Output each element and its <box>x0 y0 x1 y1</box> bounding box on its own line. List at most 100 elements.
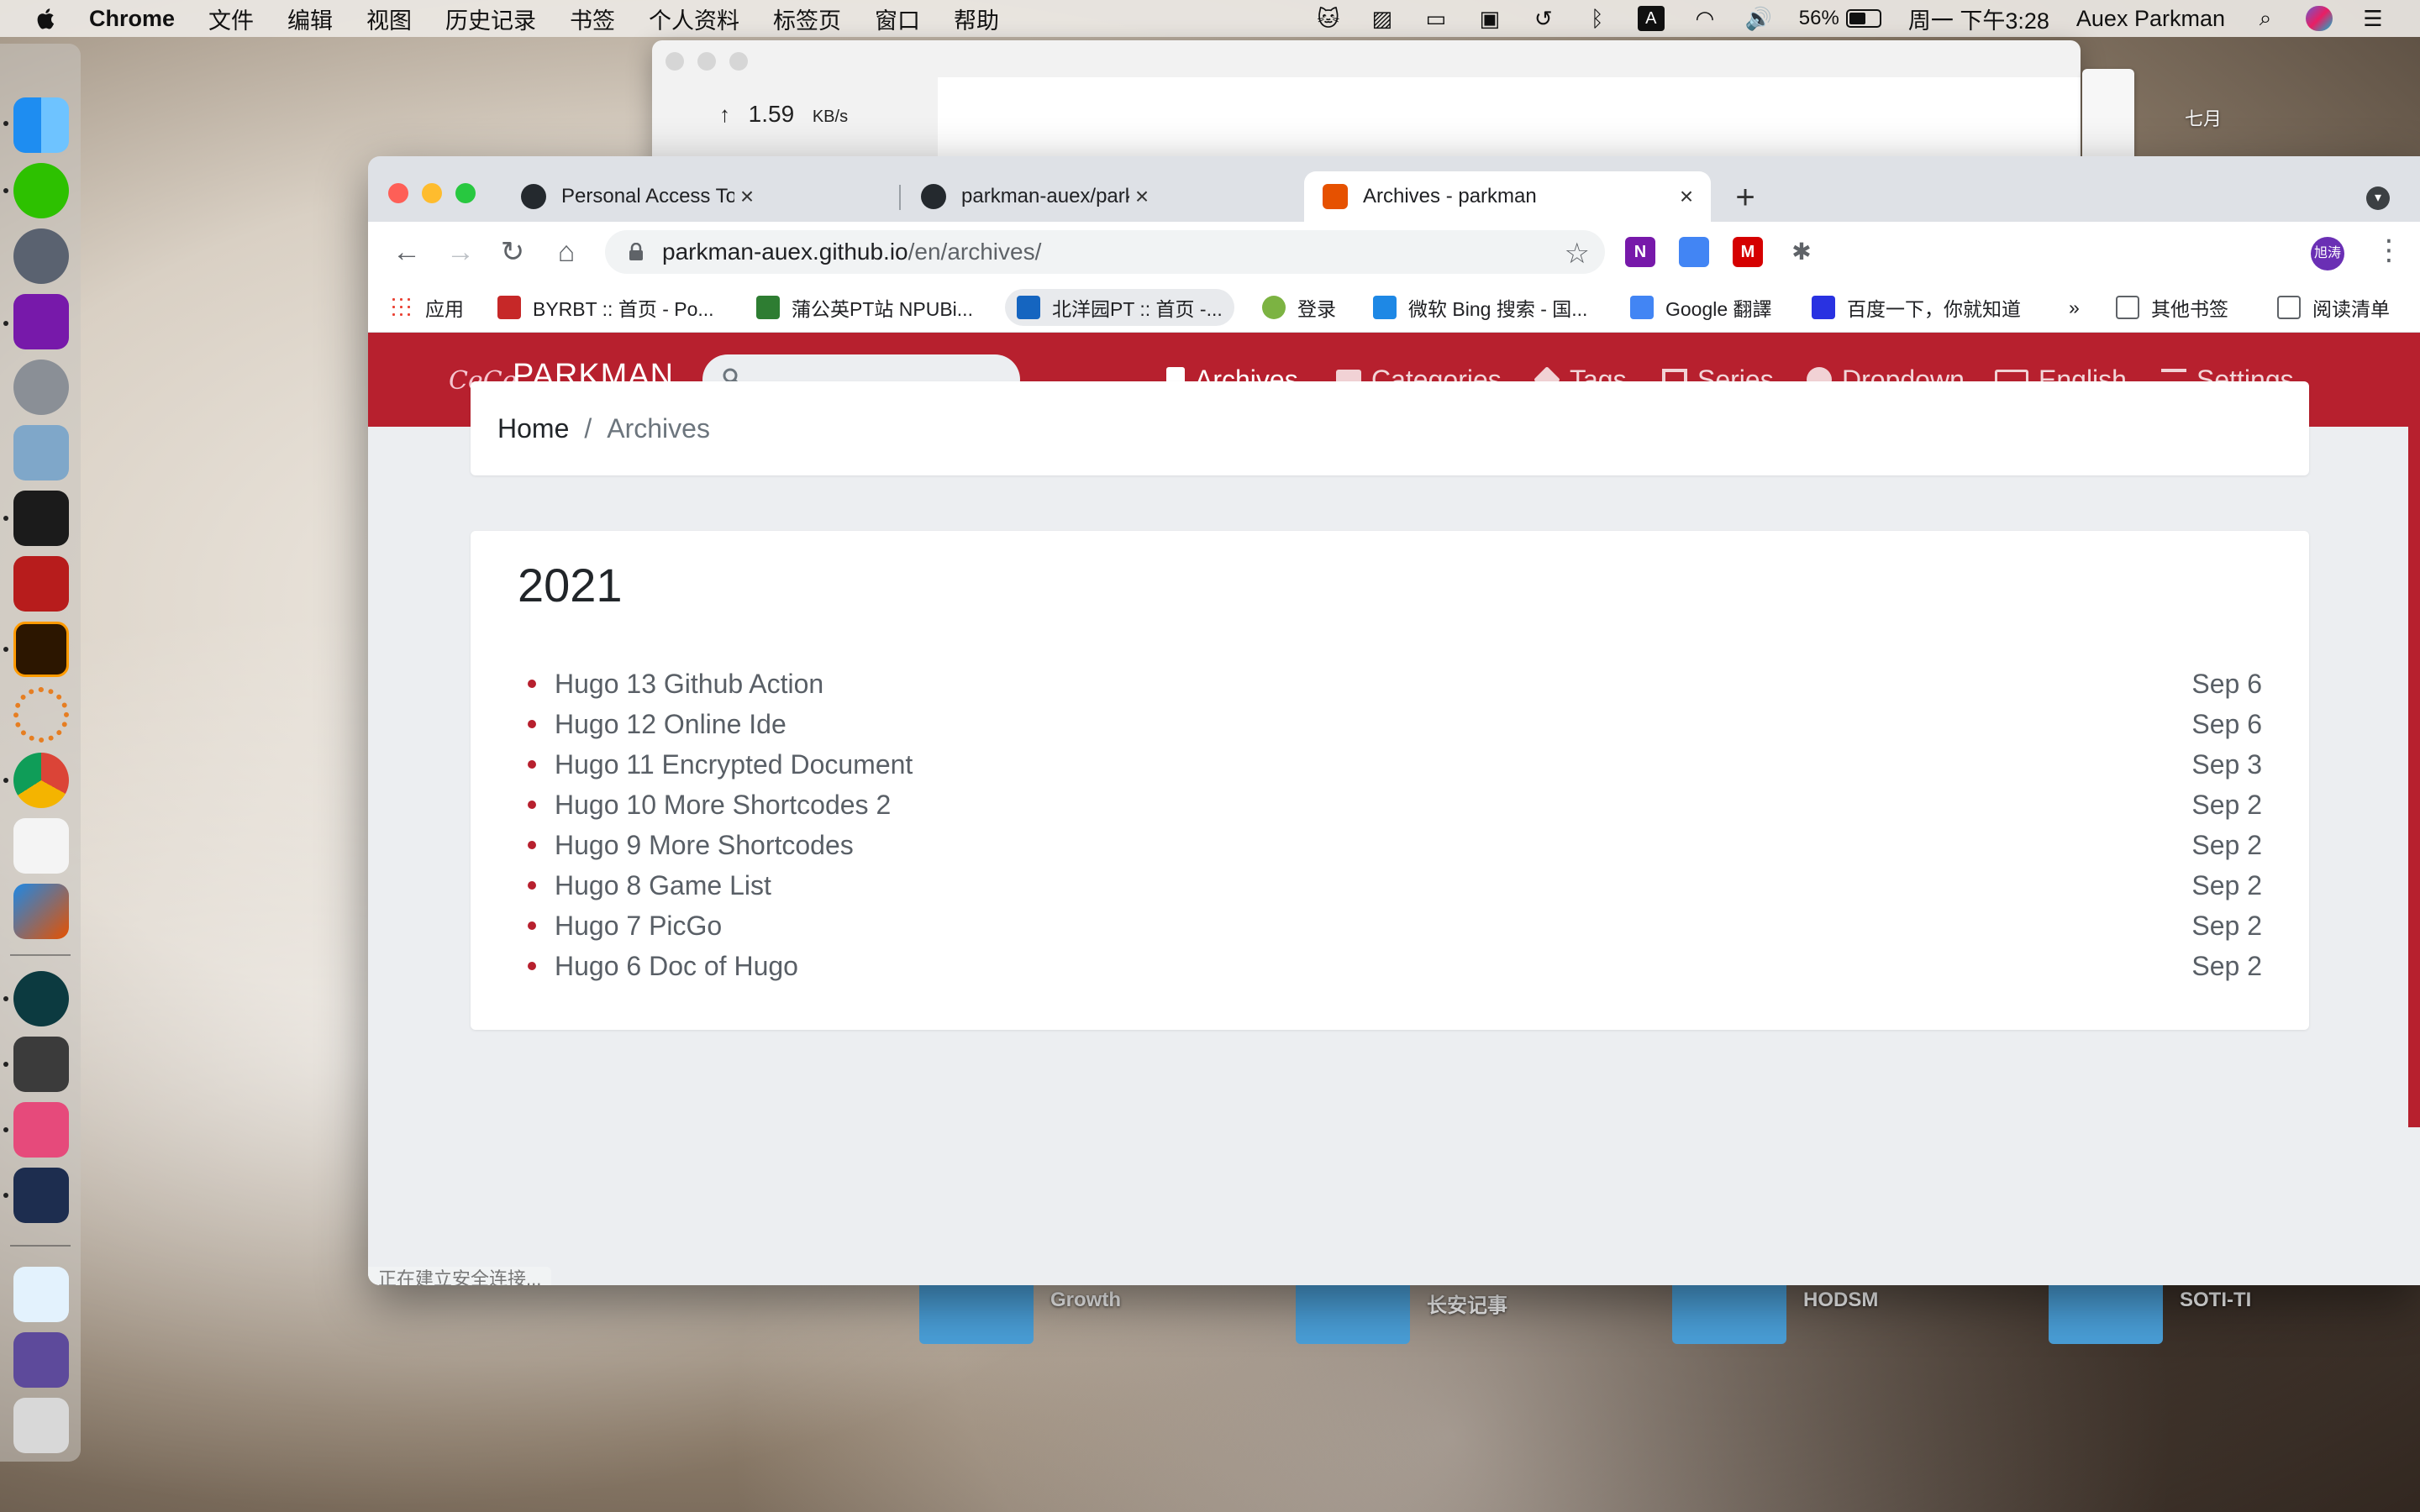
bookmark-npubits[interactable]: 蒲公英PT站 NPUBi... <box>756 289 973 326</box>
profile-avatar[interactable]: 旭涛 <box>2311 237 2344 270</box>
menu-app-name[interactable]: Chrome <box>89 6 175 32</box>
bookmark-byrbt[interactable]: BYRBT :: 首页 - Po... <box>497 289 714 326</box>
extensions-puzzle-icon[interactable]: ✱ <box>1786 237 1817 267</box>
tab-search-icon[interactable]: ▾ <box>2366 186 2390 210</box>
bookmark-bing[interactable]: 微软 Bing 搜索 - 国... <box>1373 289 1587 326</box>
menu-kebab-icon[interactable]: ⋮ <box>2375 234 2403 267</box>
apple-icon[interactable] <box>34 6 55 31</box>
volume-icon[interactable]: 🔊 <box>1745 6 1772 31</box>
post-title-link[interactable]: Hugo 10 More Shortcodes 2 <box>555 790 2191 821</box>
menu-bookmarks[interactable]: 书签 <box>570 3 615 35</box>
bookmark-star-icon[interactable]: ☆ <box>1565 237 1590 270</box>
system-preferences-icon[interactable] <box>13 360 69 415</box>
desktop-folder-label[interactable]: SOTI-TI <box>2180 1289 2251 1312</box>
bluetooth-icon[interactable]: ᛒ <box>1584 6 1611 31</box>
user-name[interactable]: Auex Parkman <box>2076 6 2225 32</box>
close-icon[interactable]: × <box>1674 183 1699 210</box>
terminal-icon[interactable] <box>13 491 69 546</box>
desktop-folder-label[interactable]: Growth <box>1050 1289 1121 1312</box>
pinwheel-app-icon[interactable] <box>13 687 69 743</box>
preview-icon[interactable] <box>13 425 69 480</box>
bookmark-tjupt[interactable]: 北洋园PT :: 首页 -... <box>1005 289 1234 326</box>
launchpad-icon[interactable] <box>13 228 69 284</box>
screenshot-icon[interactable]: ▨ <box>1369 6 1396 31</box>
close-icon[interactable]: × <box>734 183 760 210</box>
home-icon[interactable]: ⌂ <box>548 234 585 270</box>
menu-help[interactable]: 帮助 <box>954 3 999 35</box>
sublime-text-icon[interactable] <box>13 1037 69 1092</box>
onenote-extension-icon[interactable]: N <box>1625 237 1655 267</box>
reading-list-button[interactable]: 阅读清单 <box>2277 289 2390 326</box>
minimize-window-button[interactable] <box>422 183 442 203</box>
address-bar[interactable]: parkman-auex.github.io/en/archives/ ☆ <box>605 230 1605 274</box>
siri-icon[interactable] <box>2306 6 2333 31</box>
tab-parkman-repo[interactable]: parkman-auex/parkman-auex.g × <box>902 171 1166 222</box>
chrome-icon[interactable] <box>13 753 69 808</box>
gitkraken-icon[interactable] <box>13 971 69 1026</box>
mendeley-extension-icon[interactable]: M <box>1733 237 1763 267</box>
close-window-button[interactable] <box>388 183 408 203</box>
battery-percent[interactable]: 56% <box>1799 7 1839 30</box>
menu-window[interactable]: 窗口 <box>875 3 920 35</box>
post-list-item: Hugo 9 More Shortcodes Sep 2 <box>518 825 2262 865</box>
bookmark-login[interactable]: 登录 <box>1262 289 1336 326</box>
menu-history[interactable]: 历史记录 <box>445 3 536 35</box>
desktop-file-label[interactable]: 七月 <box>2185 104 2222 131</box>
textedit-icon[interactable] <box>13 818 69 874</box>
reload-icon[interactable]: ↻ <box>494 234 531 270</box>
other-bookmarks-folder[interactable]: 其他书签 <box>2116 289 2228 326</box>
bookmark-baidu[interactable]: 百度一下，你就知道 <box>1812 289 2021 326</box>
menu-profiles[interactable]: 个人资料 <box>649 3 739 35</box>
forward-icon[interactable]: → <box>442 234 479 270</box>
menu-edit[interactable]: 编辑 <box>287 3 333 35</box>
menu-file[interactable]: 文件 <box>208 3 254 35</box>
post-list-item: Hugo 6 Doc of Hugo Sep 2 <box>518 946 2262 986</box>
trash-icon[interactable] <box>13 1398 69 1453</box>
new-tab-button[interactable]: + <box>1726 178 1765 217</box>
wechat-icon[interactable] <box>13 163 69 218</box>
cleanmymac-icon[interactable] <box>13 1102 69 1158</box>
input-method-icon[interactable]: A <box>1637 6 1665 31</box>
bookmarks-overflow-button[interactable]: » <box>2069 289 2080 326</box>
clock[interactable]: 周一 下午3:28 <box>1908 3 2049 35</box>
notch-icon[interactable]: ▣ <box>1476 6 1503 31</box>
post-title-link[interactable]: Hugo 6 Doc of Hugo <box>555 951 2191 982</box>
post-title-link[interactable]: Hugo 12 Online Ide <box>555 709 2191 740</box>
back-icon[interactable]: ← <box>388 234 425 270</box>
menu-tab[interactable]: 标签页 <box>773 3 841 35</box>
tab-archives[interactable]: Archives - parkman × <box>1304 171 1711 222</box>
post-title-link[interactable]: Hugo 11 Encrypted Document <box>555 749 2191 780</box>
matlab-icon[interactable] <box>13 884 69 939</box>
notification-center-icon[interactable]: ☰ <box>2360 6 2386 31</box>
airplay-icon[interactable]: ▭ <box>1423 6 1449 31</box>
baidu-paw-icon <box>1812 296 1835 319</box>
bookmark-google-translate[interactable]: Google 翻譯 <box>1630 289 1772 326</box>
docx-file-icon[interactable] <box>2082 69 2134 161</box>
bookmark-apps[interactable]: 应用 <box>390 289 464 326</box>
bittorrent-download-icon[interactable] <box>13 1267 69 1322</box>
filezilla-icon[interactable] <box>13 556 69 612</box>
finder-icon[interactable] <box>13 97 69 153</box>
onenote-icon[interactable] <box>13 294 69 349</box>
post-title-link[interactable]: Hugo 8 Game List <box>555 870 2191 901</box>
lock-icon[interactable] <box>629 243 644 261</box>
post-title-link[interactable]: Hugo 13 Github Action <box>555 669 2191 700</box>
battery-icon[interactable] <box>1845 9 1881 28</box>
zoom-window-button[interactable] <box>455 183 476 203</box>
time-machine-icon[interactable]: ↺ <box>1530 6 1557 31</box>
document-extension-icon[interactable] <box>1679 237 1709 267</box>
desktop-folder-label[interactable]: 长安记事 <box>1427 1289 1507 1318</box>
close-icon[interactable]: × <box>1129 183 1155 210</box>
breadcrumb-home-link[interactable]: Home <box>497 413 569 444</box>
desktop-folder-label[interactable]: HODSM <box>1803 1289 1878 1312</box>
screenshots-folder-icon[interactable] <box>13 1332 69 1388</box>
clashx-icon[interactable] <box>13 1168 69 1223</box>
menu-view[interactable]: 视图 <box>366 3 412 35</box>
cat-icon[interactable]: 🐱 <box>1315 6 1342 31</box>
post-title-link[interactable]: Hugo 7 PicGo <box>555 911 2191 942</box>
wifi-icon[interactable]: ◠ <box>1691 6 1718 31</box>
post-title-link[interactable]: Hugo 9 More Shortcodes <box>555 830 2191 861</box>
tab-personal-access-tokens[interactable]: Personal Access Tokens × <box>502 171 771 222</box>
spotlight-search-icon[interactable]: ⌕ <box>2252 5 2279 31</box>
illustrator-icon[interactable] <box>13 622 69 677</box>
